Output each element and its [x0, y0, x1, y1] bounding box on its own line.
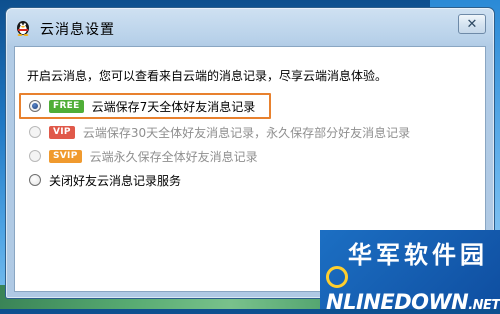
- option-close-service[interactable]: 关闭好友云消息记录服务: [29, 169, 181, 191]
- radio-svip[interactable]: [29, 150, 41, 162]
- watermark-cn: 华军软件园: [348, 241, 488, 269]
- watermark-o-ring: [326, 266, 348, 288]
- radio-close-service[interactable]: [29, 174, 41, 186]
- window-title: 云消息设置: [40, 22, 115, 38]
- qq-penguin-icon: [17, 21, 29, 36]
- option-vip-label: 云端保存30天全体好友消息记录，永久保存部分好友消息记录: [82, 125, 411, 140]
- option-free-label: 云端保存7天全体好友消息记录: [91, 99, 256, 114]
- option-free[interactable]: FREE 云端保存7天全体好友消息记录: [29, 95, 255, 117]
- option-svip-label: 云端永久保存全体好友消息记录: [89, 149, 258, 164]
- close-icon: ✕: [466, 16, 478, 32]
- radio-free[interactable]: [29, 100, 41, 112]
- watermark-en-text: NLINEDOWN: [326, 290, 469, 314]
- option-svip[interactable]: SVIP 云端永久保存全体好友消息记录: [29, 145, 258, 167]
- option-close-service-label: 关闭好友云消息记录服务: [49, 173, 182, 188]
- close-button[interactable]: ✕: [458, 14, 486, 34]
- option-vip[interactable]: VIP 云端保存30天全体好友消息记录，永久保存部分好友消息记录: [29, 121, 410, 143]
- titlebar: 云消息设置 ✕: [6, 8, 494, 46]
- watermark-en-suffix: .NET: [468, 298, 500, 313]
- watermark-en: NLINEDOWN.NET: [326, 266, 500, 314]
- badge-svip: SVIP: [49, 149, 82, 163]
- badge-free: FREE: [49, 99, 84, 113]
- intro-text: 开启云消息，您可以查看来自云端的消息记录，尽享云端消息体验。: [27, 69, 388, 83]
- badge-vip: VIP: [49, 125, 75, 139]
- radio-vip[interactable]: [29, 126, 41, 138]
